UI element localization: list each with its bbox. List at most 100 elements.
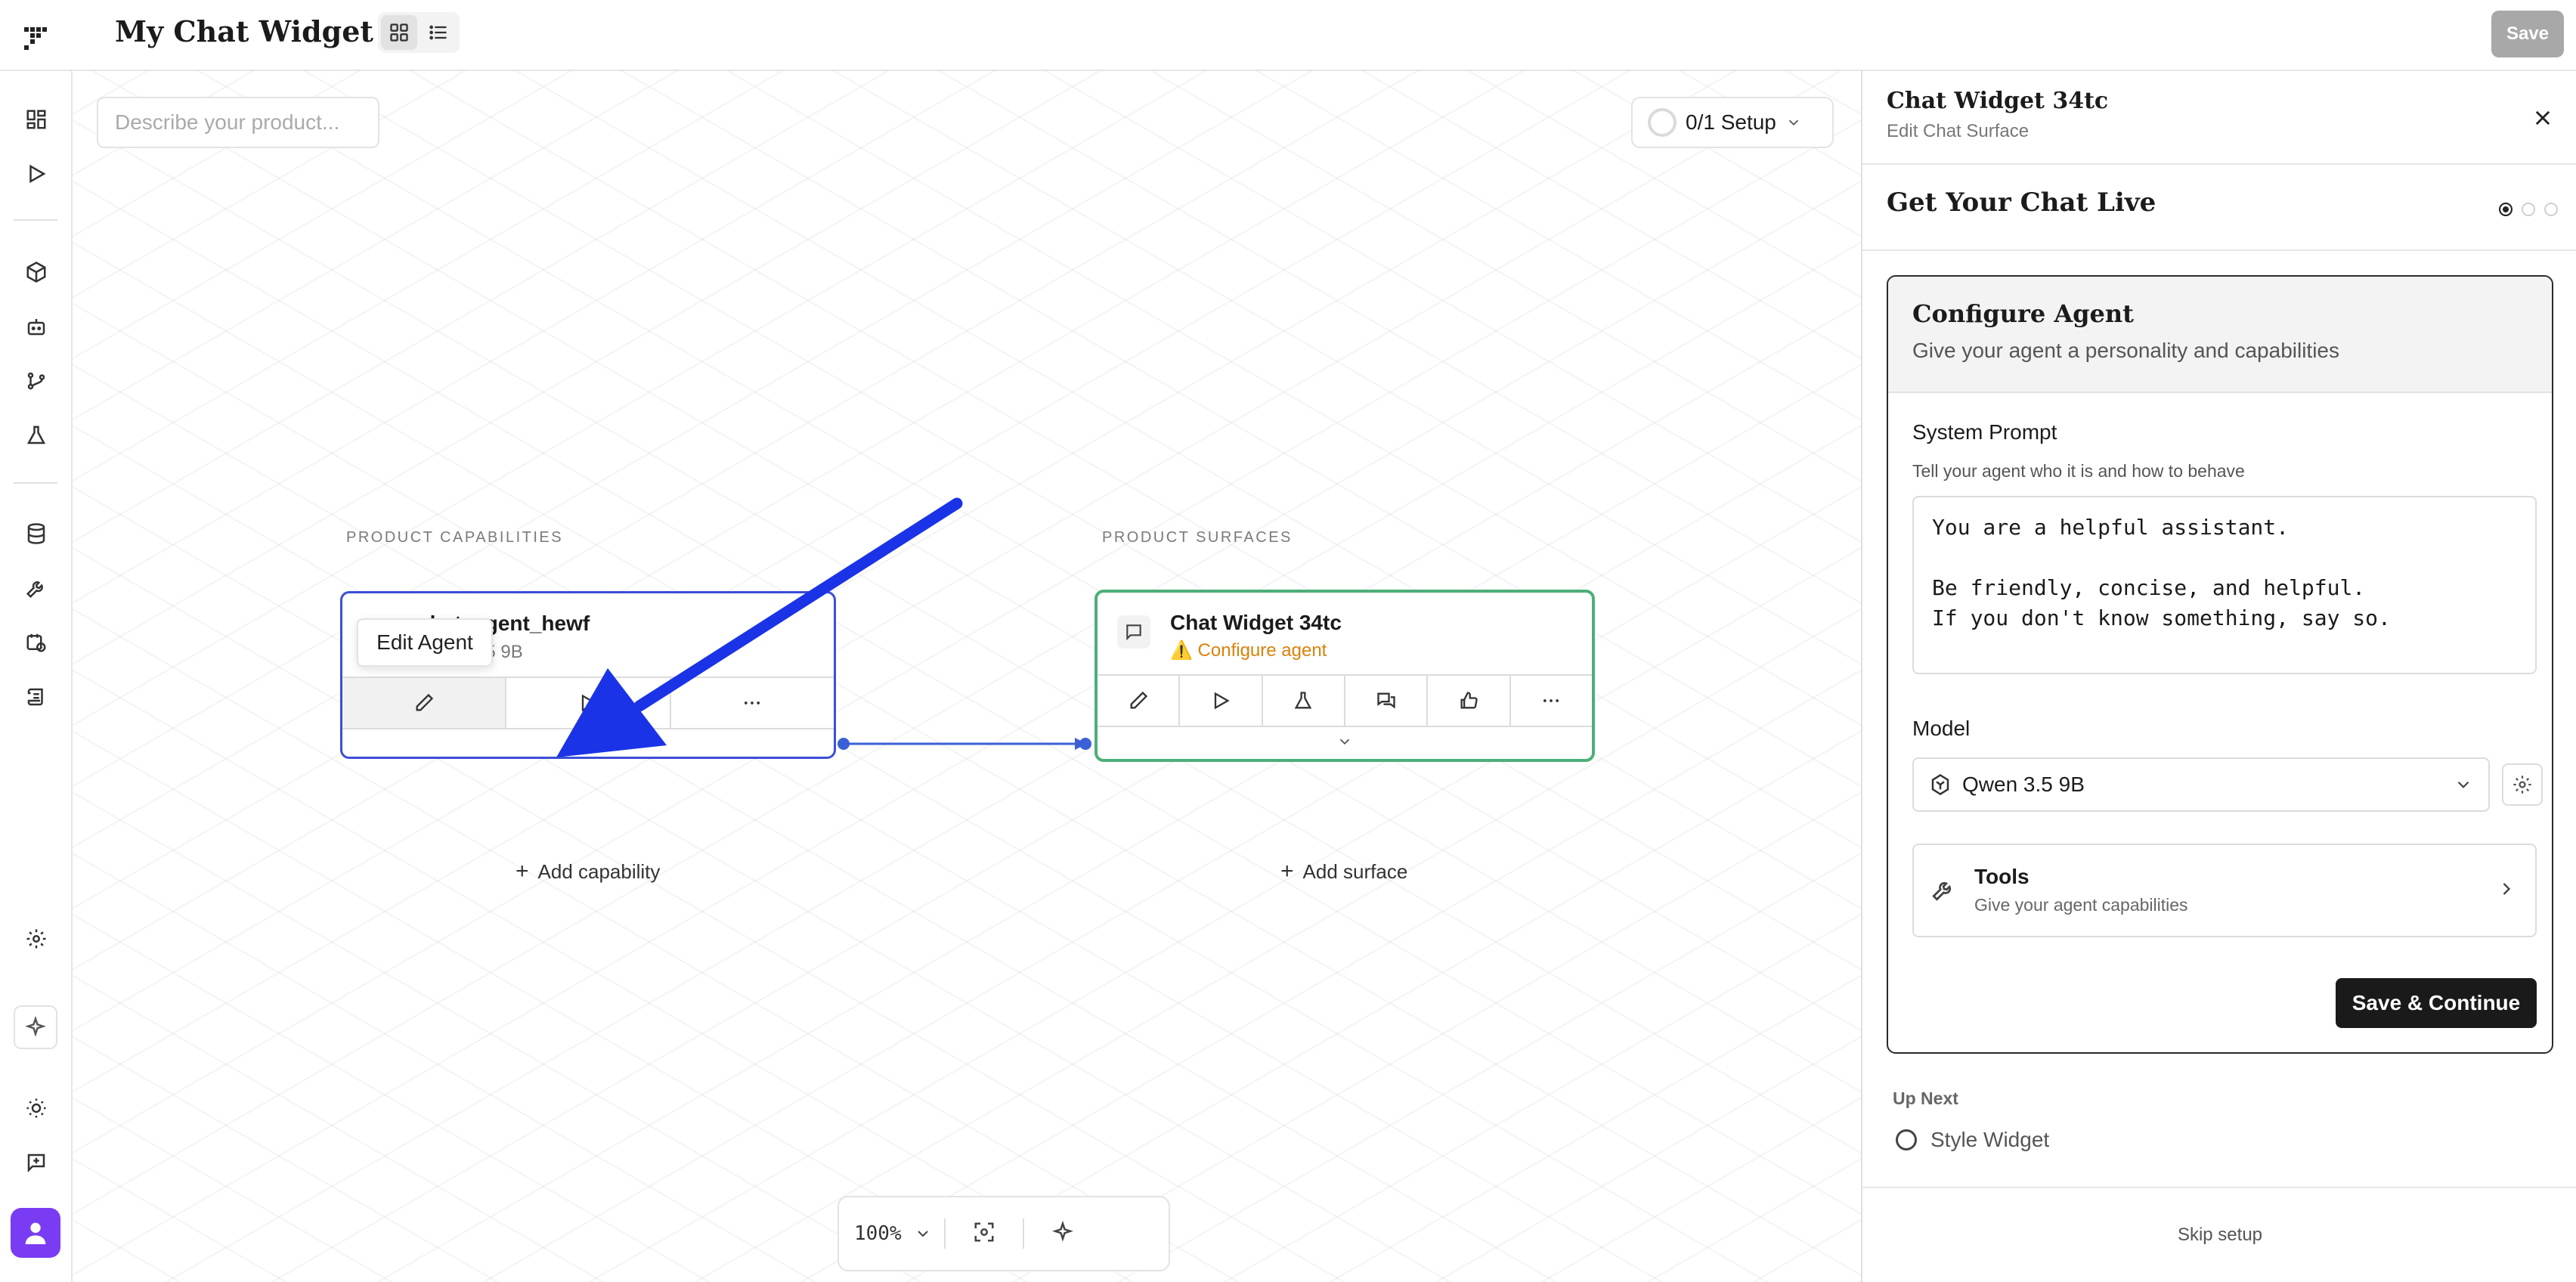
calendar-clock-icon[interactable] (21, 627, 51, 658)
play-icon (1214, 692, 1230, 710)
step-dot (2544, 203, 2558, 216)
wrench-icon[interactable] (21, 573, 51, 603)
left-sidebar (0, 71, 73, 1282)
settings-gear-icon[interactable] (21, 924, 51, 954)
panel-subtitle: Edit Chat Surface (1887, 121, 2030, 141)
plus-icon: + (1280, 859, 1294, 884)
run-surface-button[interactable] (1180, 676, 1263, 726)
up-next-item[interactable]: Style Widget (1896, 1128, 2049, 1152)
surface-node-name: Chat Widget 34tc (1170, 611, 1342, 634)
auto-layout-sparkle-icon[interactable] (1051, 1220, 1074, 1247)
step-dot (2522, 203, 2535, 216)
feedback-icon[interactable] (21, 1147, 51, 1178)
close-icon[interactable] (2526, 101, 2559, 135)
chevron-right-icon (2496, 878, 2517, 903)
chevron-down-icon[interactable] (914, 1225, 932, 1243)
zoom-level[interactable]: 100% (854, 1222, 902, 1245)
more-horizontal-icon (1543, 699, 1559, 702)
save-continue-button[interactable]: Save & Continue (2336, 978, 2537, 1028)
tools-title: Tools (1974, 865, 2030, 888)
system-prompt-textarea[interactable]: You are a helpful assistant. Be friendly… (1912, 496, 2537, 674)
chat-bubble-icon (1117, 615, 1150, 649)
view-toggle (378, 12, 460, 53)
rail-divider (14, 482, 57, 484)
sparkle-icon[interactable] (14, 1005, 57, 1049)
toolbar-divider (943, 1219, 946, 1249)
rail-divider (14, 219, 57, 221)
database-icon[interactable] (21, 519, 51, 549)
grid-view-icon[interactable] (381, 15, 417, 50)
chevron-down-icon (1339, 739, 1350, 745)
chevron-down-icon (2457, 781, 2469, 788)
add-capability-button[interactable]: + Add capability (516, 859, 660, 884)
skip-setup-link[interactable]: Skip setup (1862, 1225, 2576, 1246)
step-header: Get Your Chat Live (1862, 165, 2576, 251)
toolbar-divider (1022, 1219, 1024, 1249)
page-title: My Chat Widget (115, 14, 373, 48)
progress-ring-icon (1648, 108, 1677, 137)
setup-progress-label: 0/1 Setup (1686, 110, 1776, 134)
scroll-icon[interactable] (21, 682, 51, 712)
edit-surface-button[interactable] (1098, 676, 1181, 726)
wrench-icon (1930, 877, 1956, 906)
surface-expand-button[interactable] (1098, 726, 1592, 756)
up-next-label: Up Next (1893, 1088, 1958, 1108)
card-header: Configure Agent Give your agent a person… (1888, 277, 2552, 393)
card-title: Configure Agent (1912, 299, 2134, 328)
pencil-icon (1130, 691, 1147, 709)
test-surface-button[interactable] (1263, 676, 1345, 726)
step-dot-active (2499, 203, 2513, 216)
chevron-down-icon (1788, 119, 1799, 126)
setup-progress-button[interactable]: 0/1 Setup (1631, 97, 1834, 148)
save-button[interactable]: Save (2491, 11, 2564, 57)
step-title: Get Your Chat Live (1887, 187, 2156, 218)
canvas-toolbar: 100% (838, 1196, 1170, 1271)
git-branch-icon[interactable] (21, 366, 51, 396)
surface-node-actions (1098, 674, 1592, 726)
describe-product-input[interactable] (97, 97, 379, 148)
up-next-item-label: Style Widget (1930, 1128, 2050, 1151)
feedback-button[interactable] (1428, 676, 1511, 726)
cube-icon[interactable] (21, 257, 51, 287)
model-settings-gear-icon[interactable] (2502, 763, 2543, 806)
surface-more-button[interactable] (1511, 676, 1592, 726)
card-subtitle: Give your agent a personality and capabi… (1912, 339, 2340, 362)
edit-agent-tooltip: Edit Agent (357, 618, 493, 667)
conversations-button[interactable] (1345, 676, 1429, 726)
add-capability-label: Add capability (537, 859, 661, 883)
app-logo-icon[interactable] (21, 17, 51, 53)
pencil-icon (416, 693, 433, 711)
list-view-icon[interactable] (420, 15, 457, 50)
sun-icon[interactable] (21, 1093, 51, 1123)
surface-node[interactable]: Chat Widget 34tc ⚠️ Configure agent (1094, 590, 1595, 762)
play-icon[interactable] (21, 159, 51, 189)
add-surface-button[interactable]: + Add surface (1280, 859, 1407, 884)
configure-agent-card: Configure Agent Give your agent a person… (1887, 275, 2553, 1054)
surface-node-warning: ⚠️ Configure agent (1170, 640, 1327, 661)
model-select-value: Qwen 3.5 9B (1962, 773, 2085, 796)
setup-panel: Chat Widget 34tc Edit Chat Surface Get Y… (1861, 71, 2576, 1282)
radio-circle-icon (1896, 1129, 1917, 1150)
tools-row[interactable]: Tools Give your agent capabilities (1912, 844, 2537, 937)
fit-view-icon[interactable] (973, 1221, 995, 1247)
messages-icon (1376, 692, 1395, 709)
dashboard-icon[interactable] (21, 104, 51, 135)
flow-canvas[interactable]: 0/1 Setup PRODUCT CAPABILITIES PRODUCT S… (73, 71, 1861, 1282)
panel-title: Chat Widget 34tc (1887, 88, 2109, 114)
avatar[interactable] (11, 1208, 60, 1258)
bot-icon[interactable] (21, 311, 51, 342)
tools-subtitle: Give your agent capabilities (1974, 895, 2188, 915)
top-bar: My Chat Widget Save (0, 0, 2576, 71)
plus-icon: + (516, 859, 529, 884)
system-prompt-help: Tell your agent who it is and how to beh… (1912, 461, 2245, 481)
panel-footer: Skip setup (1862, 1187, 2576, 1282)
surfaces-column-label: PRODUCT SURFACES (1102, 529, 1293, 546)
model-logo-icon (1931, 774, 1949, 795)
model-select[interactable]: Qwen 3.5 9B (1912, 757, 2490, 812)
flask-icon[interactable] (21, 420, 51, 451)
thumbs-up-icon (1460, 692, 1478, 709)
model-label: Model (1912, 717, 1971, 740)
add-surface-label: Add surface (1302, 859, 1408, 883)
system-prompt-label: System Prompt (1912, 420, 2057, 444)
annotation-arrow (556, 497, 963, 757)
